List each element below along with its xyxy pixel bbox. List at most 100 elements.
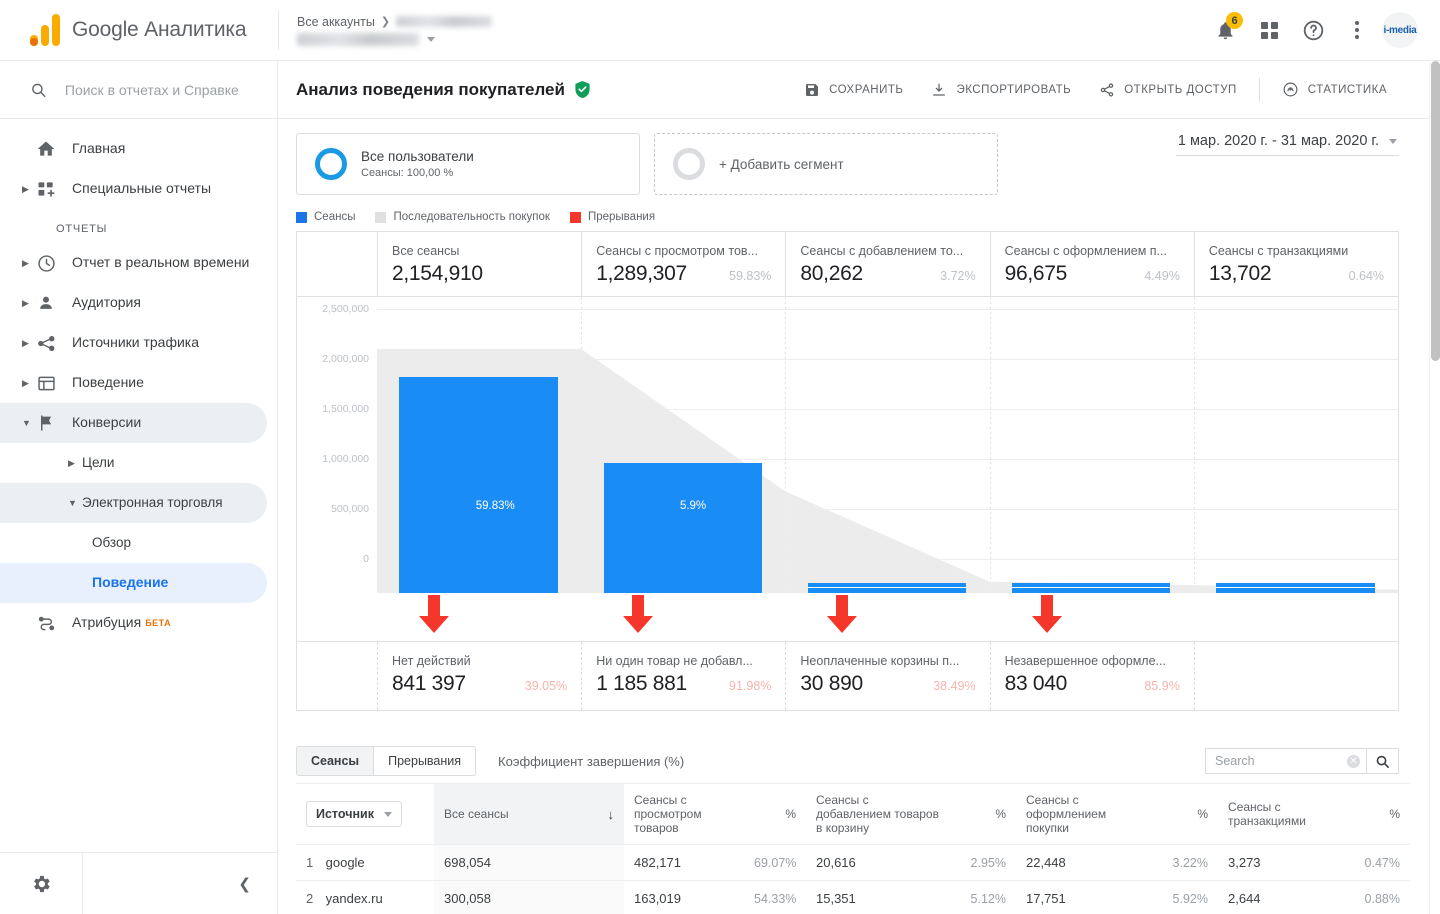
vertical-scrollbar[interactable]: [1429, 61, 1440, 914]
column-header-add-to-cart[interactable]: Сеансы с добавлением товаров в корзину: [806, 783, 954, 845]
breadcrumb-property-redacted[interactable]: [297, 32, 419, 46]
source-value[interactable]: yandex.ru: [326, 891, 383, 906]
chevron-left-icon[interactable]: ❮: [82, 853, 277, 914]
column-header-co-pct[interactable]: %: [1156, 783, 1218, 845]
sidebar-item-ecommerce-overview[interactable]: Обзор: [0, 523, 267, 563]
gear-icon[interactable]: [0, 873, 82, 895]
sidebar-item-shopping-behavior[interactable]: Поведение: [0, 563, 267, 603]
sidebar-footer: ❮: [0, 852, 277, 914]
cell-product-views: 482,171: [624, 844, 744, 881]
legend-item-abandonments[interactable]: Прерывания: [569, 211, 655, 223]
chart-legend: Сеансы Последовательность покупок Прерыв…: [278, 195, 1429, 229]
chevron-right-icon: ▶: [68, 457, 75, 468]
tab-abandonments[interactable]: Прерывания: [374, 746, 477, 776]
column-header-product-views[interactable]: Сеансы с просмотром товаров: [624, 783, 744, 845]
sidebar-item-behavior[interactable]: ▶ Поведение: [0, 363, 267, 403]
sidebar-item-custom-reports[interactable]: ▶ Специальные отчеты: [0, 169, 267, 209]
scrollbar-thumb[interactable]: [1431, 61, 1440, 361]
funnel-step-title: Все сеансы: [392, 244, 460, 258]
source-value[interactable]: google: [326, 855, 365, 870]
table-row[interactable]: 2 yandex.ru 300,058 163,019 54.33% 15,35…: [296, 880, 1410, 914]
avatar[interactable]: i-media: [1382, 12, 1418, 48]
funnel-step-product-views[interactable]: Сеансы с просмотром тов... 1,289,307 59.…: [581, 232, 785, 296]
insights-button[interactable]: СТАТИСТИКА: [1270, 73, 1399, 106]
table-row[interactable]: 1 google 698,054 482,171 69.07% 20,616 2…: [296, 844, 1410, 881]
search-icon[interactable]: [1367, 748, 1399, 774]
tab-sessions[interactable]: Сеансы: [296, 746, 375, 776]
sidebar-item-realtime[interactable]: ▶ Отчет в реальном времени: [0, 243, 267, 283]
funnel-step-title: Сеансы с добавлением то...: [800, 244, 964, 258]
table-search-input[interactable]: [1215, 754, 1347, 768]
funnel-step-transactions[interactable]: Сеансы с транзакциями 13,702 0.64%: [1193, 232, 1398, 296]
column-header-all-sessions[interactable]: Все сеансы ↓: [434, 783, 624, 845]
cell-co-pct: 3.22%: [1156, 844, 1218, 881]
funnel-step-value: 96,675: [1004, 262, 1068, 285]
brand-logo[interactable]: Google Аналитика: [0, 14, 278, 46]
column-header-pv-pct[interactable]: %: [744, 783, 806, 845]
funnel-axis-spacer: [297, 232, 377, 296]
abandonment-value: 841 397: [392, 672, 466, 695]
column-header-transactions[interactable]: Сеансы с транзакциями: [1218, 783, 1350, 845]
person-icon: [36, 293, 72, 313]
sidebar-item-attribution[interactable]: Атрибуция БЕТА: [0, 603, 267, 643]
sidebar-item-conversions[interactable]: ▼ Конверсии: [0, 403, 267, 443]
dimension-selector[interactable]: Источник: [306, 801, 402, 827]
cell-co-pct: 5.92%: [1156, 880, 1218, 914]
save-button[interactable]: СОХРАНИТЬ: [792, 74, 915, 106]
date-range-picker[interactable]: 1 мар. 2020 г. - 31 мар. 2020 г.: [1175, 133, 1399, 156]
apps-grid-icon[interactable]: [1250, 11, 1288, 49]
legend-item-shopping-sequence[interactable]: Последовательность покупок: [375, 211, 550, 223]
export-button[interactable]: ЭКСПОРТИРОВАТЬ: [919, 74, 1083, 106]
funnel-step-add-to-cart[interactable]: Сеансы с добавлением то... 80,262 3.72%: [785, 232, 989, 296]
abandonment-cart-abandonment[interactable]: Неоплаченные корзины п... 30 890 38.49%: [785, 642, 989, 710]
drop-arrow-4: [990, 593, 1194, 641]
sidebar-item-label: Главная: [72, 140, 126, 157]
dimension-header: Источник: [296, 783, 434, 845]
sidebar-subitem-label: Электронная торговля: [82, 494, 223, 510]
clear-icon[interactable]: ✕: [1347, 754, 1360, 768]
sidebar-item-audience[interactable]: ▶ Аудитория: [0, 283, 267, 323]
y-tick-label: 2,000,000: [322, 353, 369, 365]
chevron-right-icon: ▶: [22, 257, 29, 268]
abandonment-checkout-abandonment[interactable]: Незавершенное оформле... 83 040 85.9%: [989, 642, 1194, 710]
search-input[interactable]: [64, 81, 255, 98]
help-icon[interactable]: [1294, 11, 1332, 49]
home-icon: [36, 139, 72, 159]
share-button[interactable]: ОТКРЫТЬ ДОСТУП: [1087, 74, 1249, 106]
more-vert-icon[interactable]: [1338, 11, 1376, 49]
y-tick-label: 1,000,000: [322, 453, 369, 465]
sidebar-item-label: Источники трафика: [72, 334, 200, 351]
funnel-step-all-sessions[interactable]: Все сеансы 2,154,910: [377, 232, 581, 296]
abandonment-title: Нет действий: [392, 654, 471, 668]
breadcrumb: Все аккаунты ❯: [278, 10, 1206, 50]
column-header-tx-pct[interactable]: %: [1350, 783, 1410, 845]
abandonment-no-cart-adds[interactable]: Ни один товар не добавл... 1 185 881 91.…: [581, 642, 785, 710]
segment-all-users[interactable]: Все пользователи Сеансы: 100,00 %: [296, 133, 640, 195]
funnel-step-title: Сеансы с оформлением п...: [1004, 244, 1167, 258]
funnel-step-checkout[interactable]: Сеансы с оформлением п... 96,675 4.49%: [989, 232, 1194, 296]
sidebar-item-goals[interactable]: ▶ Цели: [0, 443, 267, 483]
segment-name: Все пользователи: [361, 149, 474, 164]
abandonment-no-activity[interactable]: Нет действий 841 397 39.05%: [377, 642, 581, 710]
column-header-checkout[interactable]: Сеансы с оформлением покупки: [1016, 783, 1156, 845]
custom-reports-icon: [36, 179, 72, 199]
abandonment-empty-cell: [1193, 642, 1398, 710]
sidebar-item-acquisition[interactable]: ▶ Источники трафика: [0, 323, 267, 363]
row-index: 2: [306, 891, 314, 906]
bell-icon[interactable]: 6: [1206, 11, 1244, 49]
column-header-atc-pct[interactable]: %: [954, 783, 1016, 845]
sidebar-search[interactable]: [0, 61, 277, 119]
legend-item-sessions[interactable]: Сеансы: [296, 211, 355, 223]
funnel-step-value: 80,262: [800, 262, 863, 285]
abandonment-pct: 38.49%: [933, 679, 976, 693]
bar-transactions: [1216, 583, 1375, 593]
sidebar-item-home[interactable]: Главная: [0, 129, 267, 169]
add-segment-button[interactable]: + Добавить сегмент: [654, 133, 998, 195]
sidebar-item-ecommerce[interactable]: ▼ Электронная торговля: [0, 483, 267, 523]
chevron-down-icon: [383, 811, 392, 817]
funnel-step-headers: Все сеансы 2,154,910 Сеансы с просмотром…: [297, 232, 1398, 297]
segment-row: Все пользователи Сеансы: 100,00 % + Доба…: [278, 119, 1429, 195]
chevron-down-icon: ▼: [68, 498, 77, 508]
breadcrumb-all-accounts[interactable]: Все аккаунты: [297, 15, 375, 29]
legend-swatch: [375, 211, 387, 223]
